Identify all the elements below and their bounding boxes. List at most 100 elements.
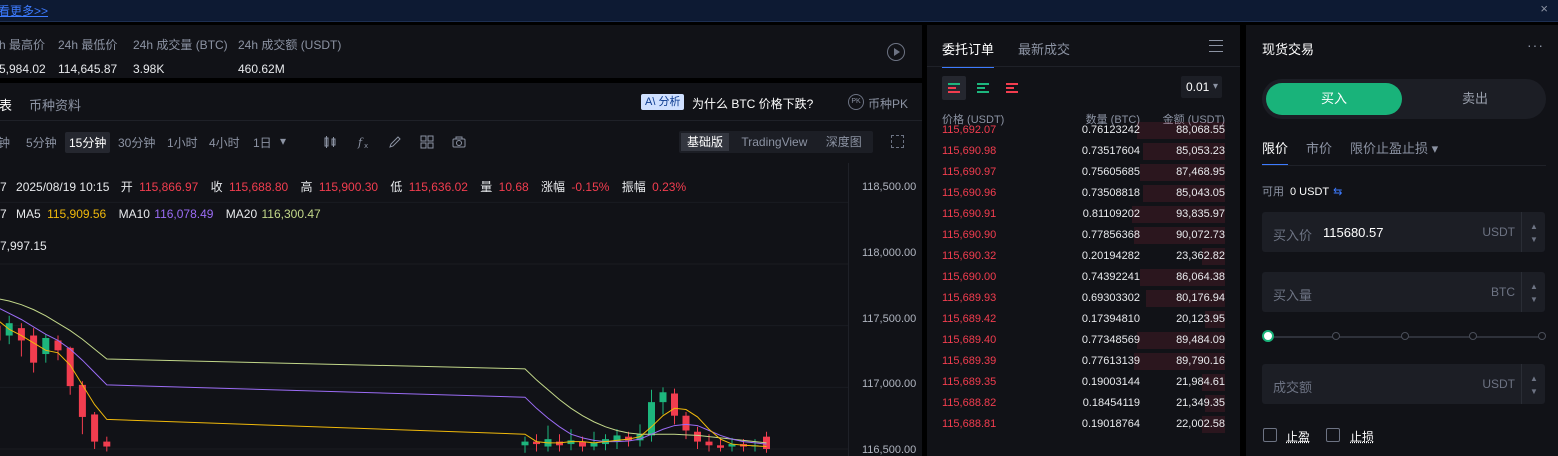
mode-both-icon[interactable] — [942, 76, 966, 100]
transfer-icon[interactable]: ⇆ — [1333, 186, 1342, 198]
ask-row[interactable]: 115,690.32 0.20194282 23,362.82 — [927, 246, 1240, 267]
ask-price: 115,690.00 — [942, 271, 997, 283]
ask-row[interactable]: 115,690.90 0.77856368 90,072.73 — [927, 225, 1240, 246]
pk-icon[interactable]: PK — [848, 94, 864, 110]
ask-row[interactable]: 115,689.35 0.19003144 21,984.61 — [927, 372, 1240, 393]
tab-tp-sl[interactable]: 限价止盈止损 ▾ — [1350, 138, 1438, 157]
slider-step[interactable] — [1469, 332, 1477, 340]
tab-limit[interactable]: 限价 — [1262, 138, 1289, 166]
fullscreen-icon[interactable] — [891, 135, 904, 148]
more-icon[interactable]: ··· — [1527, 37, 1544, 53]
ask-row[interactable]: 115,689.39 0.77613139 89,790.16 — [927, 351, 1240, 372]
total-input[interactable]: 成交额 USDT ▲ ▼ — [1262, 364, 1545, 404]
ask-qty: 0.17394810 — [1081, 313, 1140, 325]
interval-4h[interactable]: 4小时 — [209, 134, 240, 151]
candle-body[interactable] — [659, 392, 667, 403]
close-icon[interactable]: × — [1540, 1, 1548, 16]
ask-price: 115,689.40 — [942, 334, 997, 346]
pencil-icon[interactable] — [388, 135, 402, 149]
tab-chart[interactable]: 表 — [0, 95, 12, 114]
ask-price: 115,690.96 — [942, 187, 997, 199]
interval-5m[interactable]: 5分钟 — [26, 134, 57, 151]
candle-body[interactable] — [30, 335, 38, 363]
spot-trade-panel: 现货交易 ··· 买入 卖出 限价 市价 限价止盈止损 ▾ 可用 0 USDT ⇆ … — [1246, 25, 1558, 456]
chevron-down-icon[interactable]: ▾ — [280, 134, 286, 148]
stat-24h-high: h 最高价 5,984.02 — [0, 38, 46, 76]
view-basic[interactable]: 基础版 — [681, 133, 730, 151]
ask-row[interactable]: 115,690.91 0.81109202 93,835.97 — [927, 204, 1240, 225]
candle-body[interactable] — [648, 402, 655, 436]
ask-row[interactable]: 115,690.96 0.73508818 85,043.05 — [927, 183, 1240, 204]
mode-bids-icon[interactable] — [971, 76, 995, 100]
price-input[interactable]: 买入价 115680.57 USDT ▲ ▼ — [1262, 212, 1545, 252]
tab-coin-info[interactable]: 币种资料 — [29, 95, 81, 114]
candle-body[interactable] — [66, 347, 74, 387]
price-value[interactable]: 115680.57 — [1323, 225, 1384, 240]
quantity-stepper[interactable]: ▲ ▼ — [1521, 272, 1545, 312]
ask-row[interactable]: 115,689.42 0.17394810 20,123.95 — [927, 309, 1240, 330]
candle-body[interactable] — [694, 431, 701, 442]
candle-body[interactable] — [717, 445, 724, 448]
mode-asks-icon[interactable] — [1000, 76, 1024, 100]
slider-step[interactable] — [1401, 332, 1409, 340]
ask-row[interactable]: 115,690.97 0.75605685 87,468.95 — [927, 162, 1240, 183]
candle-body[interactable] — [671, 393, 678, 416]
layout-icon[interactable] — [420, 135, 434, 149]
ask-qty: 0.73508818 — [1081, 187, 1140, 199]
interval-1h[interactable]: 1小时 — [167, 134, 198, 151]
view-depth[interactable]: 深度图 — [820, 133, 868, 151]
candle-body[interactable] — [91, 414, 99, 442]
interval-1d[interactable]: 1日 — [253, 134, 272, 151]
candles-icon[interactable] — [323, 135, 337, 149]
candle-body[interactable] — [103, 441, 111, 447]
precision-select[interactable]: 0.01 — [1181, 76, 1222, 98]
slider-step[interactable] — [1332, 332, 1340, 340]
coin-pk-link[interactable]: 币种PK — [868, 95, 908, 112]
interval-15m[interactable]: 15分钟 — [65, 132, 111, 153]
stop-loss-checkbox[interactable] — [1326, 428, 1340, 442]
ask-row[interactable]: 115,690.00 0.74392241 86,064.38 — [927, 267, 1240, 288]
candle-body[interactable] — [682, 415, 690, 431]
candle-body[interactable] — [590, 442, 598, 447]
sell-tab[interactable]: 卖出 — [1407, 83, 1543, 115]
tab-order-book[interactable]: 委托订单 — [942, 39, 995, 68]
quantity-input[interactable]: 买入量 BTC ▲ ▼ — [1262, 272, 1545, 312]
ask-row[interactable]: 115,692.07 0.76123242 88,068.55 — [927, 120, 1240, 141]
price-stepper[interactable]: ▲ ▼ — [1521, 212, 1545, 252]
indicator-icon[interactable]: fx — [357, 135, 371, 150]
open-value: 115,866.97 — [139, 180, 199, 194]
ask-qty: 0.69303302 — [1081, 292, 1140, 304]
ask-row[interactable]: 115,690.98 0.73517604 85,053.23 — [927, 141, 1240, 162]
tab-market[interactable]: 市价 — [1306, 138, 1332, 157]
candle-body[interactable] — [42, 338, 50, 355]
ask-amount: 93,835.97 — [1176, 208, 1225, 220]
total-stepper[interactable]: ▲ ▼ — [1521, 364, 1545, 404]
slider-handle[interactable] — [1262, 330, 1274, 342]
ask-price: 115,688.82 — [942, 397, 997, 409]
interval-30m[interactable]: 30分钟 — [118, 134, 155, 151]
ask-row[interactable]: 115,689.40 0.77348569 89,484.09 — [927, 330, 1240, 351]
buy-tab[interactable]: 买入 — [1266, 83, 1402, 115]
camera-icon[interactable] — [452, 135, 466, 149]
view-tradingview[interactable]: TradingView — [735, 133, 813, 151]
ask-row[interactable]: 115,688.82 0.18454119 21,349.35 — [927, 393, 1240, 414]
ask-row[interactable]: 115,689.93 0.69303302 80,176.94 — [927, 288, 1240, 309]
play-icon[interactable] — [887, 43, 905, 61]
ask-row[interactable]: 115,688.81 0.19018764 22,002.58 — [927, 414, 1240, 435]
tab-latest-trades[interactable]: 最新成交 — [1018, 39, 1070, 58]
analysis-question-link[interactable]: 为什么 BTC 价格下跌? — [692, 95, 813, 112]
svg-text:x: x — [364, 142, 368, 149]
take-profit-checkbox[interactable] — [1263, 428, 1277, 442]
settings-icon[interactable] — [1209, 40, 1223, 52]
interval-1m[interactable]: 钟 — [0, 134, 10, 151]
slider-step[interactable] — [1538, 332, 1546, 340]
candle-body[interactable] — [705, 441, 713, 446]
view-more-link[interactable]: 看更多>> — [0, 2, 48, 19]
take-profit-label[interactable]: 止盈 — [1286, 428, 1310, 445]
stop-loss-label[interactable]: 止损 — [1350, 428, 1374, 445]
analysis-badge[interactable]: A\ 分析 — [641, 94, 685, 110]
candle-body[interactable] — [521, 441, 529, 446]
stat-24h-volume: 24h 成交量 (BTC) 3.98K — [133, 38, 228, 76]
candle-body[interactable] — [0, 325, 1, 341]
ask-qty: 0.18454119 — [1082, 397, 1140, 409]
